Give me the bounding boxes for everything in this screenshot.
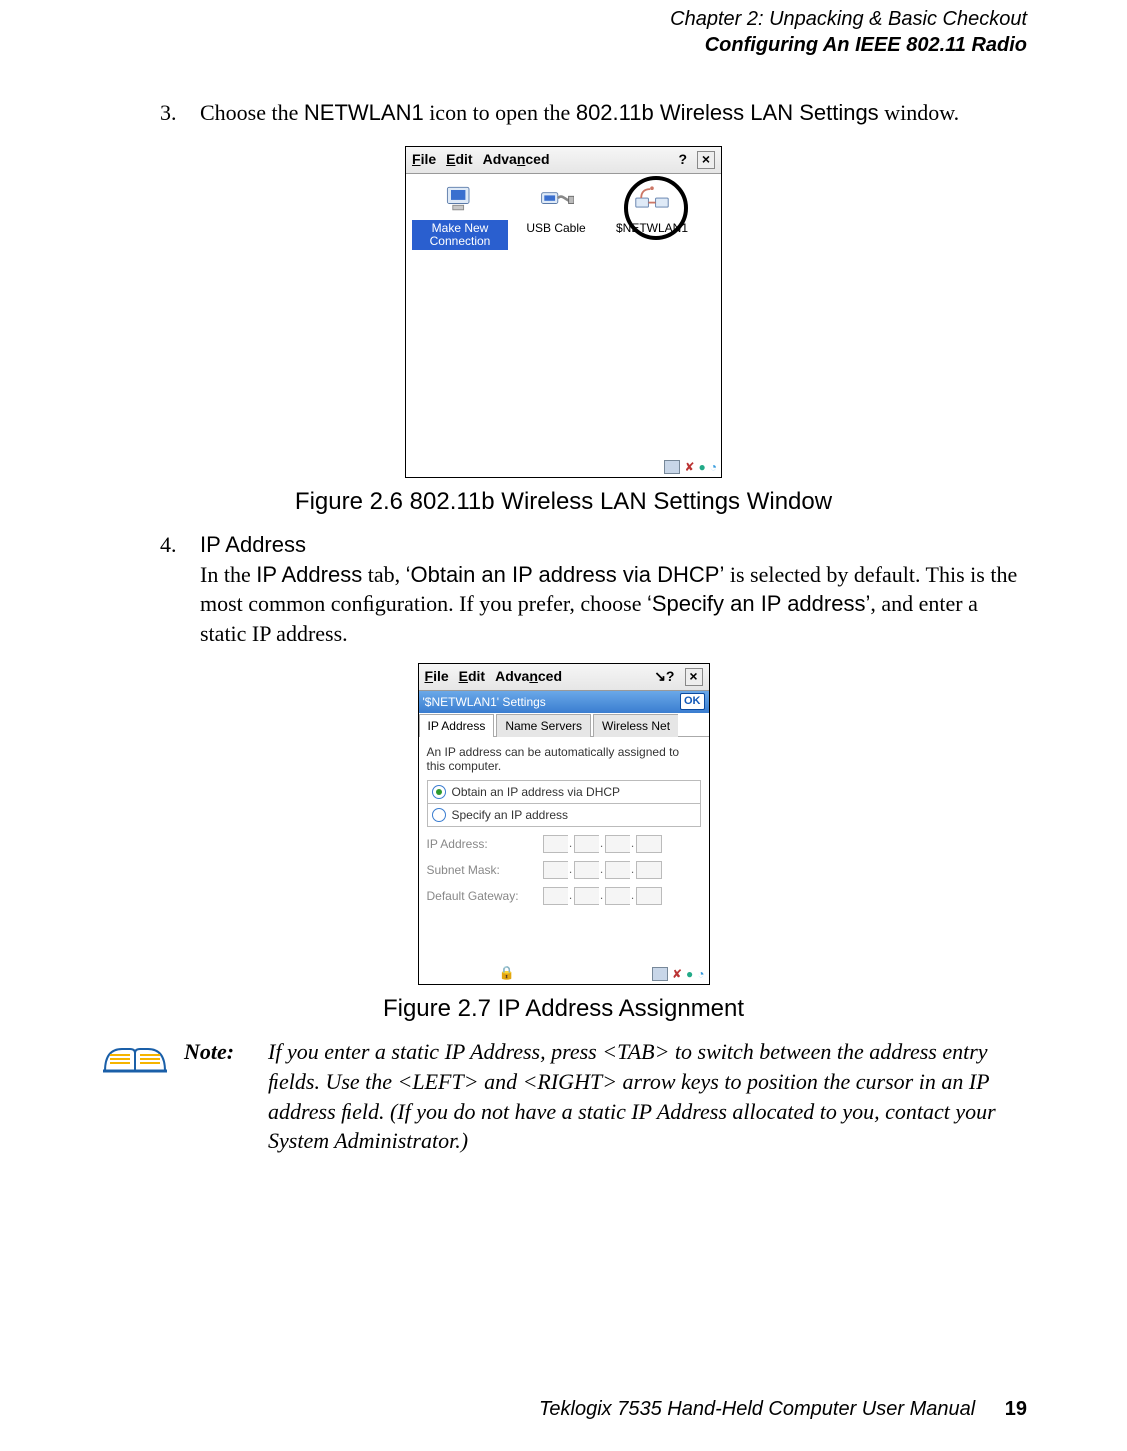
note-label: Note:	[184, 1037, 254, 1156]
menubar: File Edit Advanced ↘? ×	[419, 664, 709, 691]
tab-ip-address[interactable]: IP Address	[419, 714, 495, 737]
s4-a: In the	[200, 562, 256, 587]
subnet-mask-label: Subnet Mask:	[427, 862, 537, 878]
default-gateway-label: Default Gateway:	[427, 888, 537, 904]
menu-file[interactable]: File	[425, 667, 449, 686]
subnet-mask-input[interactable]: ...	[543, 861, 662, 879]
usb-cable-label: USB Cable	[526, 221, 585, 235]
s3-c: window.	[879, 100, 959, 125]
step-3-number: 3.	[160, 98, 200, 128]
make-new-connection-icon[interactable]: Make New Connection	[412, 182, 508, 250]
lock-icon: 🔒	[499, 964, 515, 982]
panel-hint: An IP address can be automatically assig…	[427, 745, 701, 774]
tray-icon[interactable]	[664, 460, 680, 474]
ip-address-label: IP Address:	[427, 836, 537, 852]
footer-page-number: 19	[1005, 1398, 1027, 1420]
tray-icon[interactable]: ●	[699, 459, 706, 475]
radio-dhcp-label: Obtain an IP address via DHCP	[452, 784, 621, 800]
radio-icon	[432, 785, 446, 799]
s4-b: IP Address	[256, 562, 362, 587]
default-gateway-field: Default Gateway: ...	[427, 887, 701, 905]
s4-c: tab,	[362, 562, 405, 587]
help-icon[interactable]: ?	[676, 150, 687, 169]
tabs: IP Address Name Servers Wireless Net	[419, 713, 709, 737]
s3-netwlan: NETWLAN1	[304, 100, 424, 125]
step-4-number: 4.	[160, 530, 200, 649]
tray-icon[interactable]: ✘	[672, 966, 682, 982]
figure-2-6-screenshot: File Edit Advanced ? × Make New Connecti…	[405, 146, 722, 478]
step-4: 4. IP Address In the IP Address tab, ‘Ob…	[160, 530, 1027, 649]
step-3-body: Choose the NETWLAN1 icon to open the 802…	[200, 98, 1027, 128]
figure-2-7-caption: Figure 2.7 IP Address Assignment	[100, 993, 1027, 1025]
tray-icon[interactable]: ✘	[684, 459, 694, 475]
s3-b: icon to open the	[424, 100, 576, 125]
menubar: File Edit Advanced ? ×	[406, 147, 721, 174]
ok-button[interactable]: OK	[680, 693, 705, 710]
s3-settings: 802.11b Wireless LAN Settings	[576, 100, 879, 125]
menu-edit[interactable]: Edit	[459, 667, 485, 686]
tray-icon[interactable]: ◔	[697, 966, 704, 982]
ip-address-panel: An IP address can be automatically assig…	[419, 737, 709, 909]
icons-row: Make New Connection USB Cable $NETWLAN1	[406, 174, 721, 258]
tray-icon[interactable]	[652, 967, 668, 981]
ip-address-input[interactable]: ...	[543, 835, 662, 853]
page-footer: Teklogix 7535 Hand-Held Computer User Ma…	[539, 1398, 1027, 1421]
menu-advanced[interactable]: Advanced	[483, 150, 550, 169]
s4-d: ‘Obtain an IP address via DHCP’	[406, 562, 725, 587]
page-header: Chapter 2: Unpacking & Basic Checkout Co…	[100, 0, 1027, 58]
s4-f: ‘Specify an IP address’	[647, 591, 870, 616]
radio-specify[interactable]: Specify an IP address	[427, 804, 701, 827]
radio-dhcp[interactable]: Obtain an IP address via DHCP	[427, 780, 701, 804]
step-4-body: IP Address In the IP Address tab, ‘Obtai…	[200, 530, 1027, 649]
menu-advanced[interactable]: Advanced	[495, 667, 562, 686]
figure-2-7-screenshot: File Edit Advanced ↘? × '$NETWLAN1' Sett…	[418, 663, 710, 985]
window-title: '$NETWLAN1' Settings	[423, 694, 546, 710]
s3-a: Choose the	[200, 100, 304, 125]
s4-title: IP Address	[200, 532, 306, 557]
step-3: 3. Choose the NETWLAN1 icon to open the …	[160, 98, 1027, 128]
footer-title: Teklogix 7535 Hand-Held Computer User Ma…	[539, 1398, 975, 1420]
tab-wireless-net[interactable]: Wireless Net	[593, 714, 678, 737]
system-tray: ✘ ● ◔	[648, 964, 709, 984]
header-section: Configuring An IEEE 802.11 Radio	[100, 32, 1027, 58]
system-tray: ✘ ● ◔	[660, 457, 721, 477]
highlight-circle	[624, 176, 688, 240]
note-text: If you enter a static IP Address, press …	[268, 1037, 1027, 1156]
usb-cable-icon[interactable]: USB Cable	[508, 182, 604, 250]
close-button[interactable]: ×	[685, 668, 703, 686]
menu-file[interactable]: File	[412, 150, 436, 169]
radio-specify-label: Specify an IP address	[452, 807, 569, 823]
ip-address-field: IP Address: ...	[427, 835, 701, 853]
subnet-mask-field: Subnet Mask: ...	[427, 861, 701, 879]
note-block: Note: If you enter a static IP Address, …	[100, 1037, 1027, 1156]
netwlan1-icon[interactable]: $NETWLAN1	[604, 182, 700, 250]
make-new-connection-label: Make New Connection	[412, 220, 508, 250]
default-gateway-input[interactable]: ...	[543, 887, 662, 905]
tab-name-servers[interactable]: Name Servers	[496, 714, 591, 737]
header-chapter: Chapter 2: Unpacking & Basic Checkout	[100, 6, 1027, 32]
note-icon	[100, 1037, 170, 1156]
close-button[interactable]: ×	[697, 151, 715, 169]
help-icon[interactable]: ↘?	[654, 667, 674, 686]
tray-icon[interactable]: ●	[686, 966, 693, 982]
radio-icon	[432, 808, 446, 822]
figure-2-6-caption: Figure 2.6 802.11b Wireless LAN Settings…	[100, 486, 1027, 518]
tray-icon[interactable]: ◔	[710, 459, 717, 475]
window-titlebar: '$NETWLAN1' Settings OK	[419, 691, 709, 713]
menu-edit[interactable]: Edit	[446, 150, 472, 169]
